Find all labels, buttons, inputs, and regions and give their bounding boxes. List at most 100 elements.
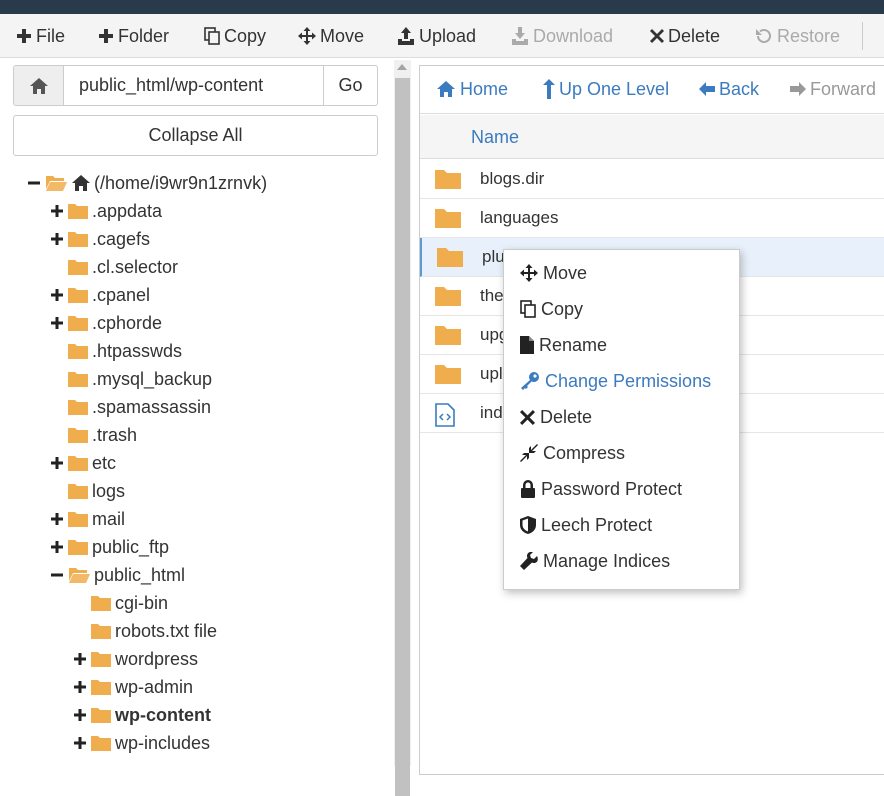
context-menu-item-label: Manage Indices: [543, 550, 671, 571]
restore-button[interactable]: Restore: [755, 14, 840, 58]
new-file-button[interactable]: File: [16, 14, 65, 58]
home-nav-button[interactable]: Home: [436, 66, 508, 112]
folder-icon: [437, 248, 463, 267]
folder-icon: [68, 400, 88, 415]
context-menu-item[interactable]: Move: [520, 259, 587, 287]
tree-item[interactable]: .appdata: [50, 197, 162, 225]
tree-item-label: cgi-bin: [115, 592, 169, 613]
new-folder-label: Folder: [118, 25, 170, 46]
tree-item[interactable]: .spamassassin: [50, 393, 211, 421]
tree-item[interactable]: public_html: [50, 561, 185, 589]
expand-plus-icon[interactable]: [51, 317, 63, 329]
scroll-up-arrow-icon[interactable]: [397, 64, 407, 70]
expand-plus-icon[interactable]: [74, 709, 86, 721]
context-menu-item[interactable]: Rename: [520, 331, 607, 359]
tree-item[interactable]: wp-content: [73, 701, 211, 729]
scrollbar-thumb[interactable]: [395, 78, 410, 796]
back-button[interactable]: Back: [699, 66, 759, 112]
arrow-right-icon: [790, 82, 806, 96]
tree-item[interactable]: .cpanel: [50, 281, 150, 309]
download-button[interactable]: Download: [511, 14, 613, 58]
home-icon: [29, 77, 48, 94]
tree-item[interactable]: .mysql_backup: [50, 365, 212, 393]
tree-item[interactable]: .cl.selector: [50, 253, 178, 281]
expand-plus-icon[interactable]: [51, 513, 63, 525]
file-row[interactable]: blogs.dir: [420, 160, 884, 199]
up-one-level-label: Up One Level: [559, 78, 670, 99]
tree-item[interactable]: robots.txt file: [73, 617, 217, 645]
tree-item[interactable]: .cagefs: [50, 225, 150, 253]
expand-plus-icon[interactable]: [74, 737, 86, 749]
context-menu: Move Copy Rename Change Permissions Delete Co…: [503, 249, 740, 590]
expand-plus-icon[interactable]: [51, 233, 63, 245]
tree-item[interactable]: logs: [50, 477, 125, 505]
tree-item[interactable]: wordpress: [73, 645, 198, 673]
context-menu-item[interactable]: Compress: [520, 439, 625, 467]
tree-item[interactable]: mail: [50, 505, 125, 533]
tree-toggle[interactable]: [50, 289, 64, 301]
tree-item[interactable]: .htpasswds: [50, 337, 182, 365]
tree-item[interactable]: cgi-bin: [73, 589, 168, 617]
tree-toggle[interactable]: [50, 457, 64, 469]
collapse-minus-icon[interactable]: [28, 177, 40, 189]
tree-item[interactable]: .trash: [50, 421, 137, 449]
tree-home-button[interactable]: [13, 65, 64, 106]
delete-button[interactable]: Delete: [650, 14, 720, 58]
folder-icon: [91, 652, 111, 667]
tree-item[interactable]: etc: [50, 449, 116, 477]
expand-plus-icon[interactable]: [51, 541, 63, 553]
tree-item[interactable]: public_ftp: [50, 533, 169, 561]
file-name: blogs.dir: [480, 169, 545, 188]
left-scrollbar[interactable]: [394, 60, 411, 796]
upload-button[interactable]: Upload: [397, 14, 476, 58]
context-menu-item[interactable]: Leech Protect: [520, 511, 652, 539]
plus-icon: [99, 29, 113, 43]
tree-item[interactable]: (/home/i9wr9n1zrnvk): [27, 169, 267, 197]
folder-icon: [91, 596, 111, 611]
tree-item[interactable]: wp-admin: [73, 673, 193, 701]
file-name: plu: [482, 247, 505, 266]
path-input[interactable]: [64, 65, 324, 106]
expand-plus-icon[interactable]: [51, 457, 63, 469]
move-button[interactable]: Move: [298, 14, 364, 58]
tree-item-label: wordpress: [115, 648, 199, 669]
tree-toggle[interactable]: [50, 513, 64, 525]
tree-toggle[interactable]: [27, 177, 41, 189]
expand-plus-icon[interactable]: [51, 289, 63, 301]
tree-item-label: wp-admin: [115, 676, 194, 697]
context-menu-item[interactable]: Password Protect: [520, 475, 682, 503]
collapse-all-button[interactable]: Collapse All: [13, 115, 378, 156]
up-one-level-button[interactable]: Up One Level: [543, 66, 669, 112]
context-menu-item[interactable]: Change Permissions: [520, 367, 711, 395]
tree-toggle[interactable]: [50, 317, 64, 329]
context-menu-item[interactable]: Manage Indices: [520, 547, 670, 575]
tree-toggle[interactable]: [50, 233, 64, 245]
name-column-header[interactable]: Name: [471, 127, 519, 148]
collapse-minus-icon[interactable]: [51, 569, 63, 581]
tree-toggle[interactable]: [73, 737, 87, 749]
file-icon: [520, 336, 534, 354]
folder-icon: [435, 365, 461, 384]
context-menu-item[interactable]: Copy: [520, 295, 583, 323]
file-row[interactable]: languages: [420, 199, 884, 238]
folder-icon: [435, 287, 461, 306]
context-menu-item[interactable]: Delete: [520, 403, 592, 431]
expand-plus-icon[interactable]: [74, 653, 86, 665]
expand-plus-icon[interactable]: [51, 205, 63, 217]
tree-toggle[interactable]: [73, 709, 87, 721]
tree-toggle[interactable]: [50, 569, 64, 581]
tree-toggle[interactable]: [73, 653, 87, 665]
forward-button[interactable]: Forward: [790, 66, 876, 112]
tree-toggle[interactable]: [50, 541, 64, 553]
download-label: Download: [533, 25, 614, 46]
tree-toggle[interactable]: [73, 681, 87, 693]
tree-item[interactable]: .cphorde: [50, 309, 162, 337]
go-button[interactable]: Go: [323, 65, 378, 106]
tree-item[interactable]: wp-includes: [73, 729, 210, 757]
move-label: Move: [320, 25, 365, 46]
new-folder-button[interactable]: Folder: [98, 14, 169, 58]
folder-icon: [91, 624, 111, 639]
expand-plus-icon[interactable]: [74, 681, 86, 693]
tree-toggle[interactable]: [50, 205, 64, 217]
copy-button[interactable]: Copy: [204, 14, 266, 58]
